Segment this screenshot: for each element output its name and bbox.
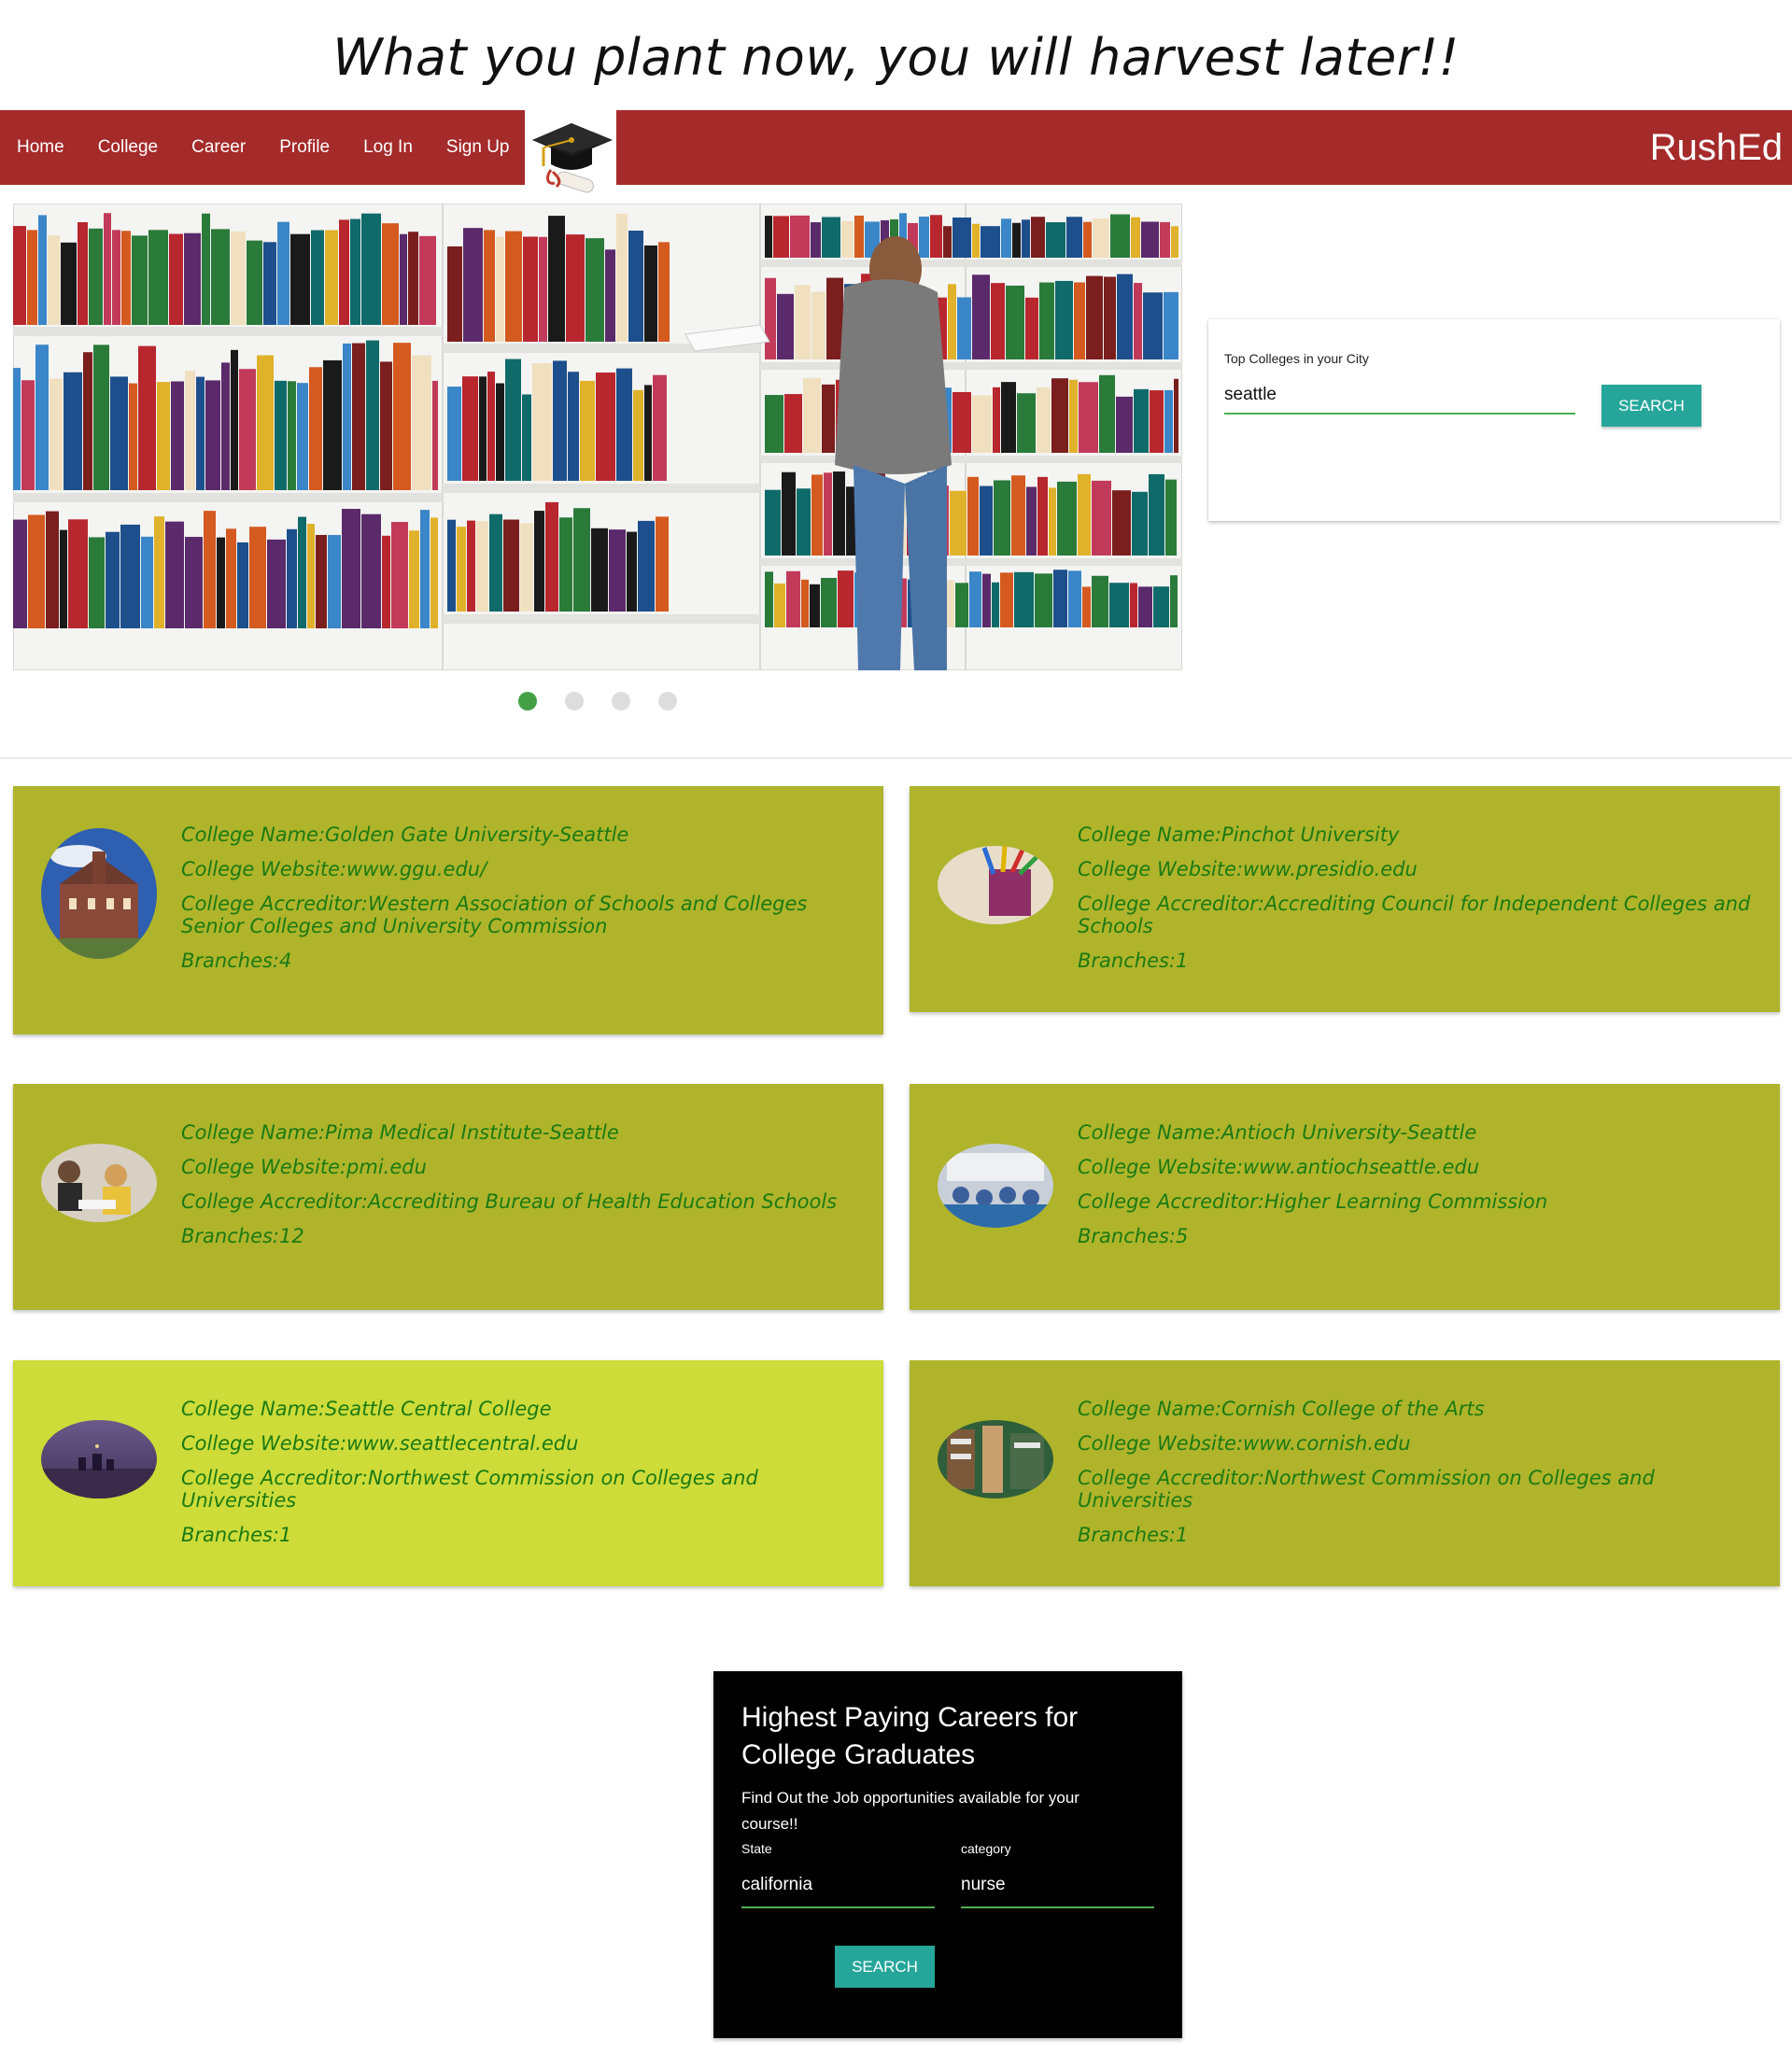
brand-name[interactable]: RushEd	[1650, 110, 1783, 185]
college-accreditor: College Accreditor:Higher Learning Commi…	[1078, 1190, 1548, 1213]
college-image	[938, 1420, 1053, 1498]
college-accreditor: College Accreditor:Northwest Commission …	[1078, 1467, 1655, 1512]
state-input[interactable]	[741, 1864, 935, 1908]
college-branches: Branches:1	[181, 1524, 292, 1546]
college-accreditor: College Accreditor:Accrediting Bureau of…	[181, 1190, 838, 1213]
image-carousel[interactable]	[13, 204, 1182, 670]
college-image	[938, 1144, 1053, 1228]
college-website[interactable]: College Website:www.presidio.edu	[1078, 858, 1752, 880]
state-label: State	[741, 1841, 772, 1856]
college-card[interactable]: College Name:Cornish College of the Arts…	[910, 1360, 1780, 1586]
nav-item-college[interactable]: College	[81, 137, 175, 158]
nav-item-signup[interactable]: Sign Up	[430, 137, 527, 158]
nav-item-career[interactable]: Career	[175, 137, 262, 158]
college-accreditor: College Accreditor:Western Association o…	[181, 893, 808, 937]
category-input[interactable]	[961, 1864, 1154, 1908]
college-name: College Name:Golden Gate University-Seat…	[181, 823, 629, 846]
career-description: Find Out the Job opportunities available…	[741, 1789, 1079, 1833]
college-info: College Name:Pima Medical Institute-Seat…	[181, 1121, 855, 1259]
college-name: College Name:Pinchot University	[1078, 823, 1400, 846]
nav-menu: Home College Career Profile Log In Sign …	[0, 110, 527, 185]
career-search-card: Highest Paying Careers for College Gradu…	[713, 1671, 1182, 2038]
navbar: Home College Career Profile Log In Sign …	[0, 110, 1792, 185]
graduation-cap-icon	[532, 123, 613, 193]
college-card[interactable]: College Name:Golden Gate University-Seat…	[13, 786, 883, 1034]
tagline: What you plant now, you will harvest lat…	[332, 28, 1460, 87]
carousel-dot-3[interactable]	[612, 692, 630, 710]
college-branches: Branches:1	[1078, 950, 1189, 972]
career-title: Highest Paying Careers for College Gradu…	[741, 1702, 1079, 1770]
city-search-input[interactable]	[1224, 377, 1575, 415]
college-branches: Branches:1	[1078, 1524, 1189, 1546]
carousel-indicators	[518, 692, 705, 710]
city-search-button[interactable]: SEARCH	[1602, 385, 1701, 427]
college-branches: Branches:4	[181, 950, 292, 972]
college-website[interactable]: College Website:www.cornish.edu	[1078, 1432, 1752, 1455]
category-label: category	[961, 1841, 1011, 1856]
college-image	[41, 828, 157, 959]
library-bookshelf-image	[13, 204, 1182, 670]
college-info: College Name:Cornish College of the Arts…	[1078, 1398, 1752, 1558]
college-info: College Name:Seattle Central College Col…	[181, 1398, 855, 1558]
college-card[interactable]: College Name:Seattle Central College Col…	[13, 1360, 883, 1586]
college-accreditor: College Accreditor:Accrediting Council f…	[1078, 893, 1751, 937]
college-website[interactable]: College Website:www.seattlecentral.edu	[181, 1432, 855, 1455]
college-branches: Branches:5	[1078, 1225, 1189, 1247]
city-search-card: Top Colleges in your City SEARCH	[1208, 319, 1780, 521]
carousel-dot-2[interactable]	[565, 692, 584, 710]
college-info: College Name:Antioch University-Seattle …	[1078, 1121, 1752, 1259]
college-card[interactable]: College Name:Pima Medical Institute-Seat…	[13, 1084, 883, 1310]
college-name: College Name:Cornish College of the Arts	[1078, 1398, 1485, 1420]
college-info: College Name:Golden Gate University-Seat…	[181, 823, 855, 984]
college-card[interactable]: College Name:Pinchot University College …	[910, 786, 1780, 1012]
carousel-dot-1[interactable]	[518, 692, 537, 710]
graduation-cap-logo[interactable]	[525, 110, 616, 204]
college-name: College Name:Pima Medical Institute-Seat…	[181, 1121, 619, 1144]
college-image	[41, 1144, 157, 1222]
college-website[interactable]: College Website:www.ggu.edu/	[181, 858, 855, 880]
section-divider	[0, 757, 1792, 759]
nav-item-home[interactable]: Home	[0, 137, 81, 158]
city-search-label: Top Colleges in your City	[1224, 351, 1369, 366]
college-info: College Name:Pinchot University College …	[1078, 823, 1752, 984]
college-website[interactable]: College Website:www.antiochseattle.edu	[1078, 1156, 1752, 1178]
college-name: College Name:Seattle Central College	[181, 1398, 552, 1420]
college-branches: Branches:12	[181, 1225, 304, 1247]
college-card[interactable]: College Name:Antioch University-Seattle …	[910, 1084, 1780, 1310]
college-image	[41, 1420, 157, 1498]
college-accreditor: College Accreditor:Northwest Commission …	[181, 1467, 758, 1512]
nav-item-login[interactable]: Log In	[346, 137, 430, 158]
carousel-dot-4[interactable]	[658, 692, 677, 710]
college-image	[938, 846, 1053, 924]
college-website[interactable]: College Website:pmi.edu	[181, 1156, 855, 1178]
nav-item-profile[interactable]: Profile	[262, 137, 346, 158]
career-search-button[interactable]: SEARCH	[835, 1946, 935, 1988]
college-name: College Name:Antioch University-Seattle	[1078, 1121, 1477, 1144]
